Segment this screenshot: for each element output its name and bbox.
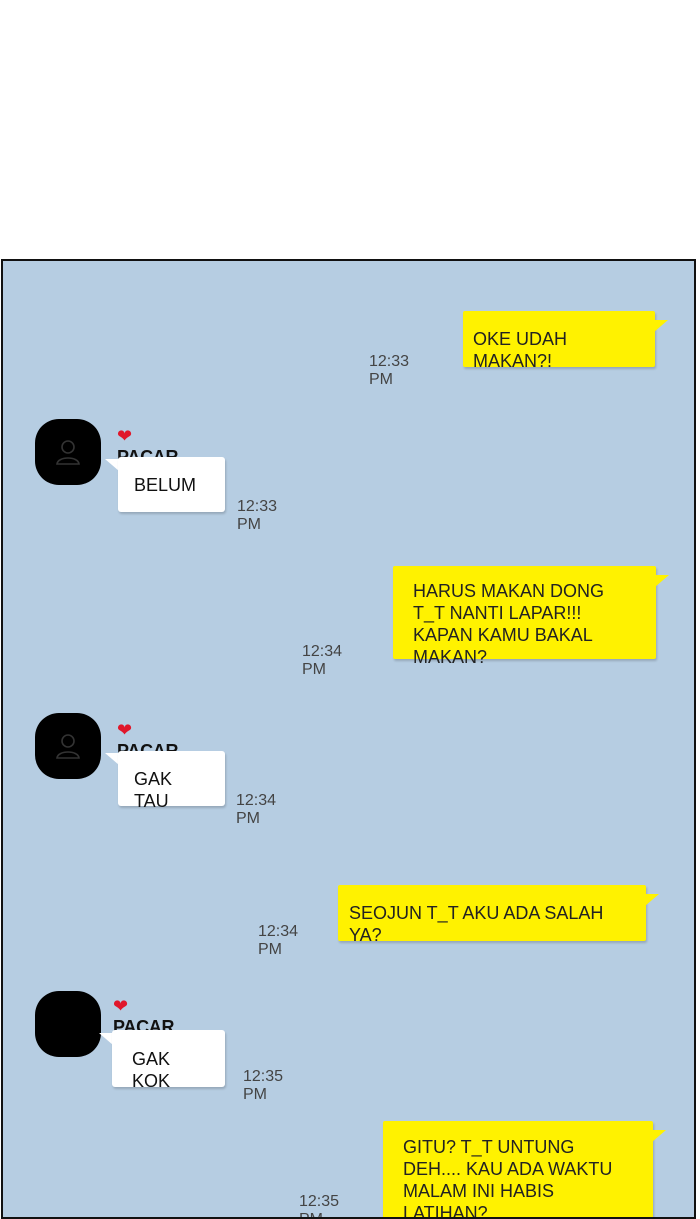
- message-text: BELUM: [134, 475, 197, 495]
- bubble-tail: [105, 753, 119, 765]
- message-text: OKE UDAH MAKAN?!: [473, 329, 568, 371]
- bubble-tail: [99, 1033, 113, 1045]
- incoming-bubble[interactable]: GAK TAU: [118, 751, 225, 811]
- heart-icon: ❤: [117, 720, 132, 740]
- message-text: HARUS MAKAN DONG T_T NANTI LAPAR!!! KAPA…: [413, 581, 605, 667]
- incoming-bubble[interactable]: GAK KOK: [112, 1030, 225, 1091]
- message-text: GAK TAU: [134, 769, 173, 811]
- message-time: 12:34 PM: [236, 792, 277, 827]
- contact-avatar[interactable]: [35, 713, 101, 779]
- message-text: GAK KOK: [132, 1049, 171, 1091]
- message-time: 12:34 PM: [302, 643, 343, 678]
- outgoing-bubble[interactable]: OKE UDAH MAKAN?!: [463, 311, 655, 371]
- bubble-tail: [654, 320, 668, 332]
- contact-avatar[interactable]: [35, 991, 101, 1057]
- outgoing-bubble[interactable]: SEOJUN T_T AKU ADA SALAH YA?: [338, 885, 646, 945]
- message-text: SEOJUN T_T AKU ADA SALAH YA?: [349, 903, 604, 945]
- bubble-tail: [645, 894, 659, 906]
- person-silhouette-icon: [56, 440, 80, 465]
- message-time: 12:34 PM: [258, 923, 299, 958]
- chat-panel: OKE UDAH MAKAN?! 12:33 PM ❤PACAR❤ BELUM …: [1, 259, 696, 1219]
- bubble-tail: [655, 575, 669, 587]
- outgoing-bubble[interactable]: GITU? T_T UNTUNG DEH.... KAU ADA WAKTU M…: [383, 1121, 653, 1219]
- message-time: 12:35 PM: [299, 1193, 340, 1217]
- message-text: GITU? T_T UNTUNG DEH.... KAU ADA WAKTU M…: [403, 1137, 613, 1219]
- contact-avatar[interactable]: [35, 419, 101, 485]
- person-silhouette-icon: [56, 734, 80, 759]
- message-time: 12:33 PM: [369, 353, 410, 388]
- bubble-tail: [652, 1130, 666, 1142]
- outgoing-bubble[interactable]: HARUS MAKAN DONG T_T NANTI LAPAR!!! KAPA…: [393, 566, 656, 667]
- bubble-tail: [105, 459, 119, 471]
- incoming-bubble[interactable]: BELUM: [118, 457, 225, 512]
- heart-icon: ❤: [117, 426, 132, 446]
- message-time: 12:35 PM: [243, 1068, 284, 1103]
- heart-icon: ❤: [113, 996, 128, 1016]
- message-time: 12:33 PM: [237, 498, 278, 533]
